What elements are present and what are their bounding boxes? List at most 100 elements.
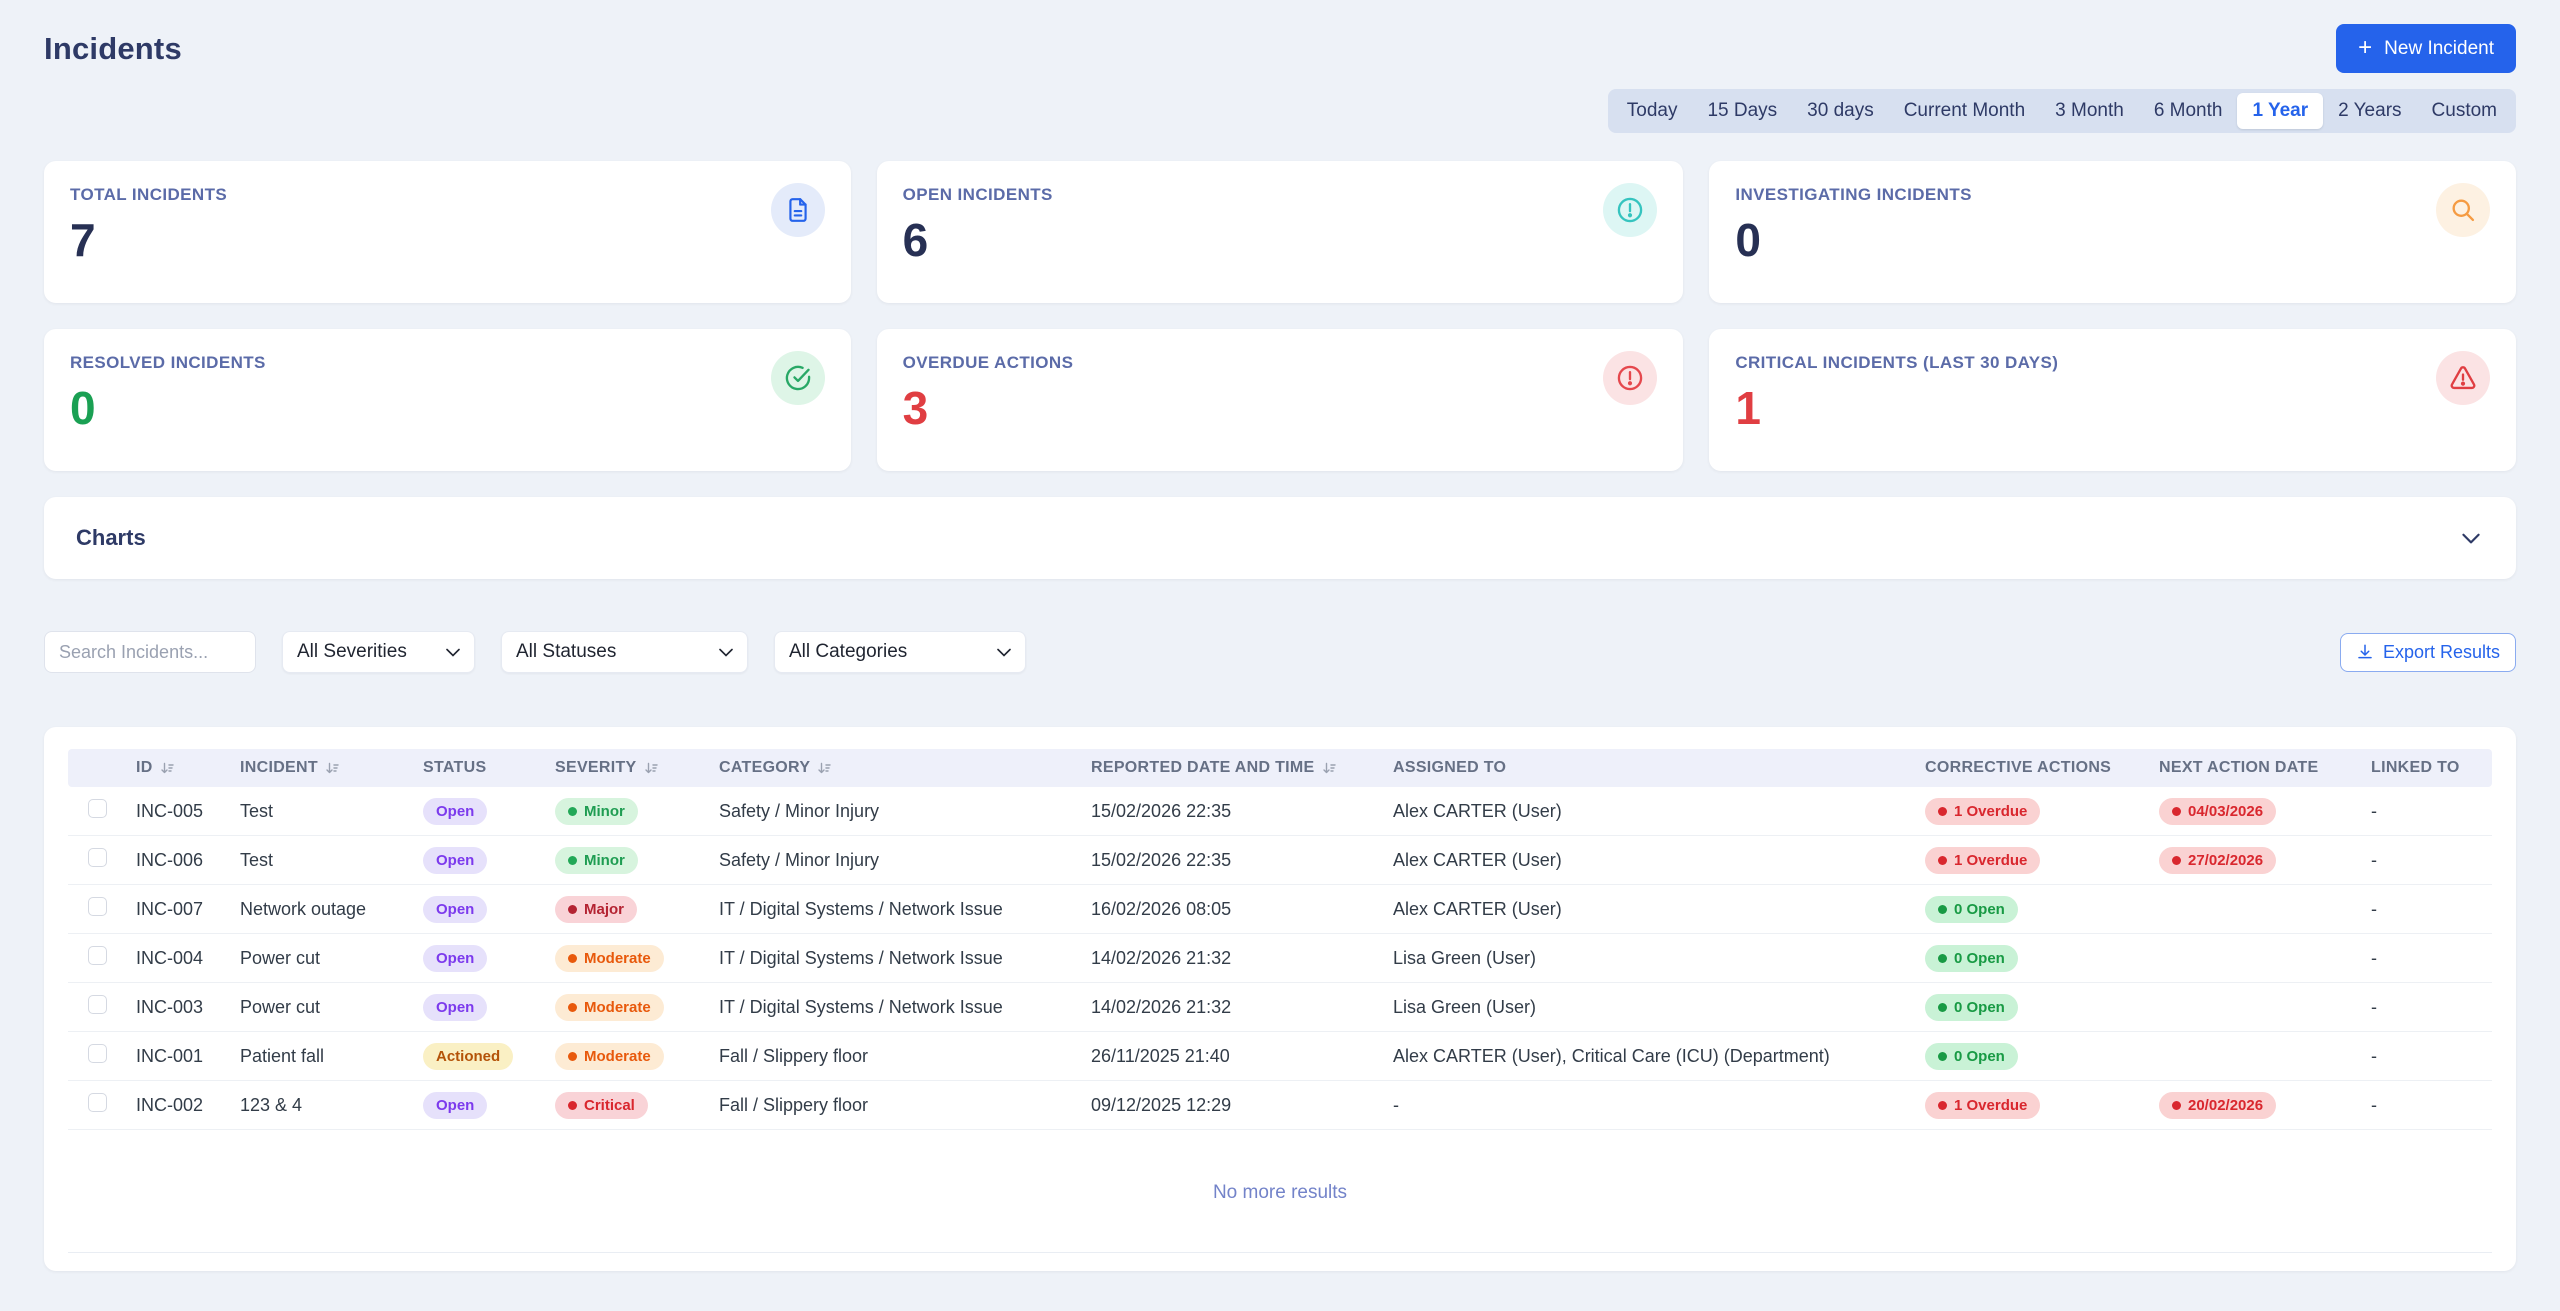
reported-date: 14/02/2026 21:32 — [1091, 947, 1232, 968]
incident-name: Power cut — [240, 996, 321, 1017]
tab-15-days[interactable]: 15 Days — [1692, 93, 1792, 129]
incident-name: Power cut — [240, 947, 321, 968]
tab-6-month[interactable]: 6 Month — [2139, 93, 2238, 129]
new-incident-button[interactable]: New Incident — [2336, 24, 2516, 73]
row-checkbox[interactable] — [88, 897, 107, 916]
filters-row: All Severities All Statuses All Categori… — [44, 631, 2516, 673]
row-checkbox[interactable] — [88, 848, 107, 867]
linked-to: - — [2371, 1094, 2377, 1115]
tab-1-year[interactable]: 1 Year — [2237, 93, 2324, 129]
stat-cards-grid: TOTAL INCIDENTS 7 OPEN INCIDENTS 6 INVES… — [44, 161, 2516, 471]
stat-card-open-incidents: OPEN INCIDENTS 6 — [876, 161, 1684, 303]
column-header-corrective-actions: CORRECTIVE ACTIONS — [1925, 759, 2112, 776]
chevron-down-icon[interactable] — [2458, 525, 2484, 551]
sort-icon — [326, 762, 339, 773]
corrective-actions-badge: 0 Open — [1925, 895, 2018, 923]
charts-section[interactable]: Charts — [44, 497, 2516, 579]
sort-icon — [818, 762, 831, 773]
stat-value: 1 — [1735, 382, 1761, 434]
column-header-status: STATUS — [423, 759, 487, 776]
row-checkbox[interactable] — [88, 799, 107, 818]
table-row[interactable]: INC-007 Network outage Open Major IT / D… — [68, 885, 2492, 934]
dot-icon — [2172, 806, 2181, 816]
reported-date: 15/02/2026 22:35 — [1091, 849, 1232, 870]
column-header-severity[interactable]: SEVERITY — [555, 759, 719, 777]
time-range-row: Today 15 Days 30 days Current Month 3 Mo… — [44, 89, 2516, 133]
reported-date: 26/11/2025 21:40 — [1091, 1045, 1230, 1066]
table-row[interactable]: INC-006 Test Open Minor Safety / Minor I… — [68, 836, 2492, 885]
column-header-reported-date[interactable]: REPORTED DATE AND TIME — [1091, 759, 1393, 777]
time-range-tabs: Today 15 Days 30 days Current Month 3 Mo… — [1607, 89, 2516, 133]
status-badge: Open — [423, 846, 488, 874]
incident-name: 123 & 4 — [240, 1094, 303, 1115]
export-results-button[interactable]: Export Results — [2339, 632, 2516, 672]
table-row[interactable]: INC-001 Patient fall Actioned Moderate F… — [68, 1032, 2492, 1081]
next-action-date-badge: 04/03/2026 — [2159, 797, 2277, 825]
tab-current-month[interactable]: Current Month — [1889, 93, 2040, 129]
document-icon — [770, 183, 825, 237]
corrective-actions-badge: 1 Overdue — [1925, 1091, 2041, 1119]
corrective-actions-badge: 0 Open — [1925, 993, 2018, 1021]
stat-label: CRITICAL INCIDENTS (LAST 30 DAYS) — [1735, 353, 2059, 372]
dot-icon — [1938, 1100, 1947, 1110]
stat-value: 0 — [70, 382, 96, 434]
row-checkbox[interactable] — [88, 1093, 107, 1112]
column-header-id[interactable]: ID — [136, 759, 240, 777]
severity-badge: Minor — [555, 797, 638, 825]
stat-label: TOTAL INCIDENTS — [70, 185, 228, 204]
assigned-to: Alex CARTER (User) — [1393, 800, 1562, 821]
reported-date: 09/12/2025 12:29 — [1091, 1094, 1232, 1115]
charts-title: Charts — [76, 525, 146, 550]
table-row[interactable]: INC-005 Test Open Minor Safety / Minor I… — [68, 787, 2492, 836]
stat-value: 3 — [902, 382, 929, 434]
row-checkbox[interactable] — [88, 946, 107, 965]
stat-card-investigating-incidents: INVESTIGATING INCIDENTS 0 — [1709, 161, 2516, 303]
alert-circle-icon — [1603, 183, 1658, 237]
severity-badge: Moderate — [555, 993, 664, 1021]
status-select[interactable]: All Statuses — [501, 631, 748, 673]
assigned-to: Alex CARTER (User) — [1393, 898, 1562, 919]
incident-name: Test — [240, 849, 274, 870]
status-select-value: All Statuses — [516, 641, 617, 662]
tab-today[interactable]: Today — [1612, 93, 1693, 129]
column-header-category[interactable]: CATEGORY — [719, 759, 1091, 777]
next-action-date-badge: 27/02/2026 — [2159, 846, 2277, 874]
dot-icon — [1938, 1051, 1947, 1061]
column-header-incident[interactable]: INCIDENT — [240, 759, 423, 777]
tab-custom[interactable]: Custom — [2417, 93, 2512, 129]
stat-value: 0 — [1735, 214, 1761, 266]
linked-to: - — [2371, 947, 2377, 968]
corrective-actions-badge: 1 Overdue — [1925, 846, 2041, 874]
tab-3-month[interactable]: 3 Month — [2040, 93, 2139, 129]
corrective-actions-badge: 0 Open — [1925, 944, 2018, 972]
incident-id: INC-001 — [136, 1045, 204, 1066]
search-input[interactable] — [44, 631, 256, 673]
tab-30-days[interactable]: 30 days — [1792, 93, 1889, 129]
incident-id: INC-004 — [136, 947, 204, 968]
dot-icon — [1938, 953, 1947, 963]
table-row[interactable]: INC-004 Power cut Open Moderate IT / Dig… — [68, 934, 2492, 983]
incident-category: IT / Digital Systems / Network Issue — [719, 947, 1003, 968]
assigned-to: Lisa Green (User) — [1393, 996, 1537, 1017]
incidents-table: ID INCIDENT STATUS SEVERITY CATEGORY REP… — [44, 727, 2516, 1271]
row-checkbox[interactable] — [88, 1044, 107, 1063]
stat-label: OVERDUE ACTIONS — [902, 353, 1074, 372]
corrective-actions-badge: 1 Overdue — [1925, 797, 2041, 825]
alert-circle-icon — [1603, 351, 1658, 405]
table-row[interactable]: INC-003 Power cut Open Moderate IT / Dig… — [68, 983, 2492, 1032]
severity-badge: Moderate — [555, 944, 664, 972]
status-badge: Open — [423, 944, 488, 972]
incident-category: IT / Digital Systems / Network Issue — [719, 996, 1003, 1017]
dot-icon — [568, 855, 577, 865]
severity-select[interactable]: All Severities — [282, 631, 475, 673]
tab-2-years[interactable]: 2 Years — [2323, 93, 2416, 129]
next-action-date-badge: 20/02/2026 — [2159, 1091, 2277, 1119]
page-header: Incidents New Incident — [44, 0, 2516, 73]
column-header-linked-to: LINKED TO — [2371, 759, 2460, 776]
row-checkbox[interactable] — [88, 995, 107, 1014]
incident-category: Safety / Minor Injury — [719, 849, 880, 870]
stat-card-critical-incidents: CRITICAL INCIDENTS (LAST 30 DAYS) 1 — [1709, 329, 2516, 471]
dot-icon — [568, 806, 577, 816]
table-row[interactable]: INC-002 123 & 4 Open Critical Fall / Sli… — [68, 1081, 2492, 1130]
category-select[interactable]: All Categories — [774, 631, 1026, 673]
